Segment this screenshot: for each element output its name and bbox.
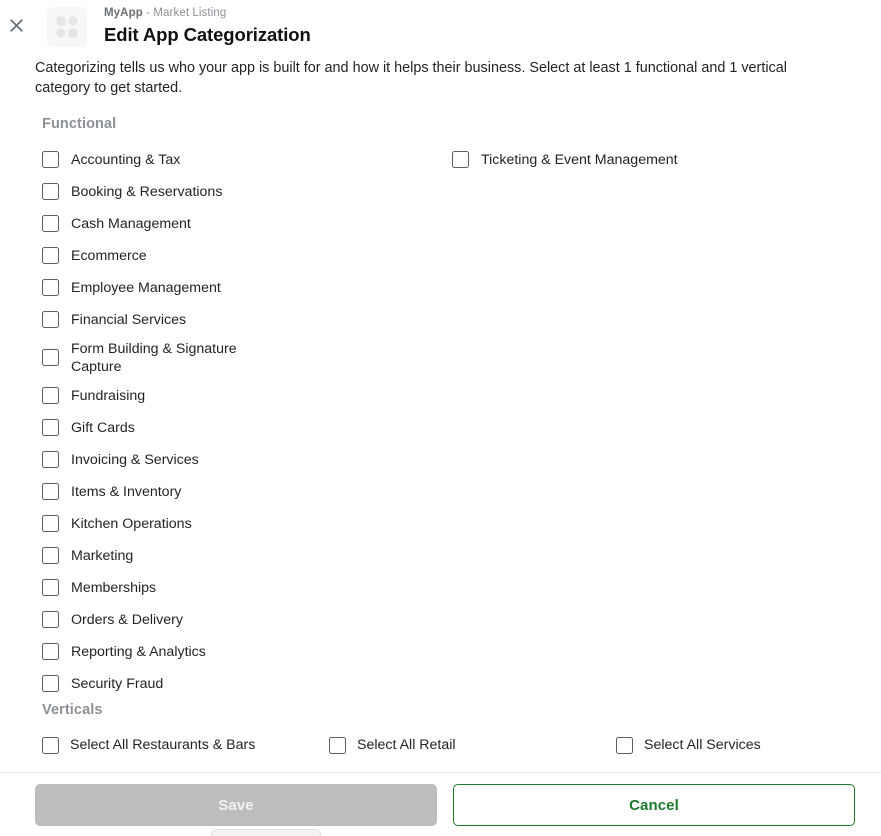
checkbox-label: Form Building & Signature Capture: [71, 341, 237, 375]
checkbox-label: Select All Services: [644, 737, 761, 753]
checkbox-booking-reservations[interactable]: [42, 183, 59, 200]
checkbox-row-booking-reservations[interactable]: Booking & Reservations: [42, 176, 442, 208]
checkbox-row-invoicing-services[interactable]: Invoicing & Services: [42, 444, 442, 476]
checkbox-row-orders-delivery[interactable]: Orders & Delivery: [42, 604, 442, 636]
checkbox-accounting-tax[interactable]: [42, 151, 59, 168]
checkbox-label: Financial Services: [71, 312, 187, 328]
breadcrumb-app-name: MyApp: [104, 7, 143, 19]
checkbox-select-all-services[interactable]: [616, 736, 633, 754]
checkbox-gift-cards[interactable]: [42, 419, 59, 436]
checkbox-label: Ticketing & Event Management: [481, 152, 678, 168]
cancel-button[interactable]: Cancel: [453, 784, 855, 826]
checkbox-label: Booking & Reservations: [71, 184, 223, 200]
checkbox-financial-services[interactable]: [42, 311, 59, 328]
checkbox-ecommerce[interactable]: [42, 247, 59, 264]
checkbox-row-select-all-retail[interactable]: Select All Retail: [329, 730, 616, 760]
close-button[interactable]: [6, 15, 26, 35]
checkbox-row-reporting-analytics[interactable]: Reporting & Analytics: [42, 636, 442, 668]
modal-footer: Save Cancel: [0, 772, 881, 836]
checkbox-label: Security Fraud: [71, 676, 164, 692]
checkbox-kitchen-operations[interactable]: [42, 515, 59, 532]
checkbox-invoicing-services[interactable]: [42, 451, 59, 468]
apps-grid-icon: [56, 16, 78, 38]
checkbox-label: Items & Inventory: [71, 484, 182, 500]
header-text-group: MyApp - Market Listing Edit App Categori…: [104, 5, 311, 47]
categories-scroll-area[interactable]: Functional Accounting & Tax Booking & Re…: [0, 104, 881, 772]
save-button[interactable]: Save: [35, 784, 437, 826]
checkbox-row-cash-management[interactable]: Cash Management: [42, 208, 442, 240]
checkbox-reporting-analytics[interactable]: [42, 643, 59, 660]
checkbox-label: Orders & Delivery: [71, 612, 183, 628]
checkbox-label: Marketing: [71, 548, 134, 564]
bottom-partial-element: [211, 829, 321, 836]
checkbox-row-accounting-tax[interactable]: Accounting & Tax: [42, 144, 442, 176]
section-heading-verticals: Verticals: [42, 702, 103, 718]
vertical-column-restaurants-bars: Select All Restaurants & Bars: [42, 730, 329, 772]
checkbox-row-select-all-restaurants-bars[interactable]: Select All Restaurants & Bars: [42, 730, 329, 760]
edit-app-categorization-modal: MyApp - Market Listing Edit App Categori…: [0, 0, 881, 836]
checkbox-select-all-restaurants-bars[interactable]: [42, 736, 59, 754]
checkbox-security-fraud[interactable]: [42, 675, 59, 692]
checkbox-row-kitchen-operations[interactable]: Kitchen Operations: [42, 508, 442, 540]
checkbox-label: Select All Retail: [357, 737, 456, 753]
checkbox-row-marketing[interactable]: Marketing: [42, 540, 442, 572]
checkbox-fundraising[interactable]: [42, 387, 59, 404]
checkbox-form-building-signature-capture[interactable]: [42, 349, 59, 366]
checkbox-row-security-fraud[interactable]: Security Fraud: [42, 668, 442, 700]
checkbox-memberships[interactable]: [42, 579, 59, 596]
checkbox-row-form-building-signature-capture[interactable]: Form Building & Signature Capture: [42, 336, 442, 380]
checkbox-row-memberships[interactable]: Memberships: [42, 572, 442, 604]
vertical-column-services: Select All Services: [616, 730, 881, 772]
checkbox-label: Ecommerce: [71, 248, 147, 264]
checkbox-orders-delivery[interactable]: [42, 611, 59, 628]
breadcrumb: MyApp - Market Listing: [104, 5, 311, 21]
checkbox-label: Cash Management: [71, 216, 191, 232]
vertical-column-retail: Select All Retail: [329, 730, 616, 772]
checkbox-row-financial-services[interactable]: Financial Services: [42, 304, 442, 336]
checkbox-row-ticketing-event-management[interactable]: Ticketing & Event Management: [452, 144, 852, 176]
checkbox-label: Select All Restaurants & Bars: [70, 737, 256, 753]
checkbox-label: Memberships: [71, 580, 157, 596]
checkbox-label: Invoicing & Services: [71, 452, 199, 468]
checkbox-select-all-retail[interactable]: [329, 736, 346, 754]
page-title: Edit App Categorization: [104, 24, 311, 45]
checkbox-ticketing-event-management[interactable]: [452, 151, 469, 168]
checkbox-label: Reporting & Analytics: [71, 644, 206, 660]
verticals-row: Select All Restaurants & Bars Select All…: [42, 730, 857, 772]
checkbox-label: Accounting & Tax: [71, 152, 181, 168]
checkbox-label: Employee Management: [71, 280, 221, 296]
close-icon: [9, 18, 23, 32]
checkbox-marketing[interactable]: [42, 547, 59, 564]
app-icon: [47, 7, 87, 47]
checkbox-row-gift-cards[interactable]: Gift Cards: [42, 412, 442, 444]
checkbox-row-select-all-services[interactable]: Select All Services: [616, 730, 881, 760]
checkbox-row-items-inventory[interactable]: Items & Inventory: [42, 476, 442, 508]
checkbox-cash-management[interactable]: [42, 215, 59, 232]
modal-header: MyApp - Market Listing Edit App Categori…: [0, 0, 881, 56]
modal-description: Categorizing tells us who your app is bu…: [35, 60, 787, 96]
checkbox-row-employee-management[interactable]: Employee Management: [42, 272, 442, 304]
checkbox-label: Kitchen Operations: [71, 516, 192, 532]
section-heading-functional: Functional: [42, 116, 117, 132]
checkbox-items-inventory[interactable]: [42, 483, 59, 500]
checkbox-label: Gift Cards: [71, 420, 135, 436]
checkbox-row-fundraising[interactable]: Fundraising: [42, 380, 442, 412]
checkbox-row-ecommerce[interactable]: Ecommerce: [42, 240, 442, 272]
functional-right-column: Ticketing & Event Management: [452, 144, 852, 176]
breadcrumb-separator: - Market Listing: [146, 7, 227, 19]
checkbox-employee-management[interactable]: [42, 279, 59, 296]
checkbox-label: Fundraising: [71, 388, 146, 404]
functional-left-column: Accounting & Tax Booking & Reservations …: [42, 144, 442, 700]
